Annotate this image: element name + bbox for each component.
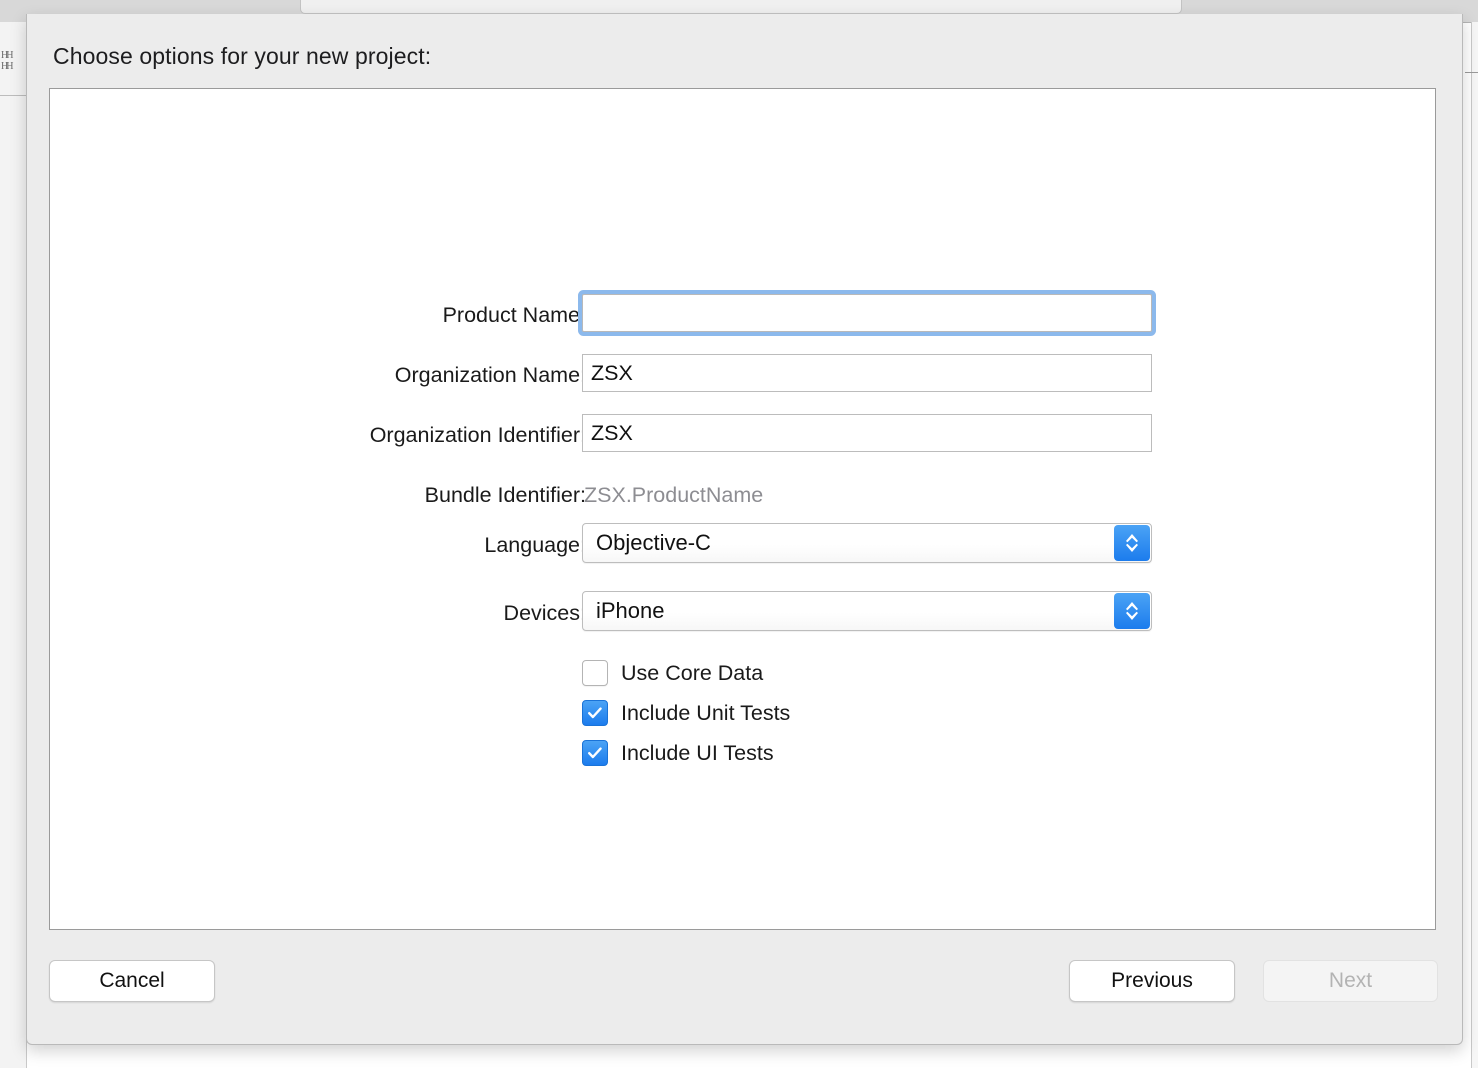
language-popup-button[interactable]: Objective-C [582,523,1152,563]
new-project-options-sheet: Choose options for your new project: Pro… [26,14,1463,1045]
organization-name-input[interactable]: ZSX [582,354,1152,392]
options-panel: Product Name: Organization Name: ZSX Org… [49,88,1436,930]
screen: НН НН Choose options for your new projec… [0,0,1478,1068]
organization-name-label: Organization Name: [394,363,586,387]
devices-label: Devices: [503,601,586,625]
use-core-data-label: Use Core Data [621,660,764,685]
cancel-button[interactable]: Cancel [49,960,215,1002]
product-name-input[interactable] [582,294,1152,332]
previous-button[interactable]: Previous [1069,960,1235,1002]
include-ui-tests-label: Include UI Tests [621,740,774,765]
include-unit-tests-checkbox-row[interactable]: Include Unit Tests [582,697,790,729]
language-selected-value: Objective-C [596,530,711,555]
devices-popup-button[interactable]: iPhone [582,591,1152,631]
background-window-left-divider [0,95,26,96]
background-window-toolbar-field [300,0,1182,14]
organization-identifier-label: Organization Identifier: [369,423,586,447]
project-options-form: Product Name: Organization Name: ZSX Org… [50,89,1435,929]
use-core-data-checkbox-row[interactable]: Use Core Data [582,657,763,689]
checkbox-checked-icon[interactable] [582,700,608,726]
next-button: Next [1263,960,1438,1002]
background-window-left-text: НН НН [1,50,13,72]
background-window-left-edge: НН НН [0,22,27,1068]
background-window-right-edge [1471,22,1478,1068]
devices-selected-value: iPhone [596,598,665,623]
bundle-identifier-value: ZSX.ProductName [584,483,764,507]
checkbox-unchecked-icon[interactable] [582,660,608,686]
checkbox-checked-icon[interactable] [582,740,608,766]
sheet-title: Choose options for your new project: [53,43,432,69]
chevron-up-down-icon[interactable] [1114,525,1150,561]
language-label: Language: [484,533,586,557]
include-ui-tests-checkbox-row[interactable]: Include UI Tests [582,737,774,769]
chevron-up-down-icon[interactable] [1114,593,1150,629]
bundle-identifier-label: Bundle Identifier: [424,483,586,507]
background-window-right-divider [1465,72,1478,73]
include-unit-tests-label: Include Unit Tests [621,700,791,725]
product-name-label: Product Name: [442,303,586,327]
organization-identifier-input[interactable]: ZSX [582,414,1152,452]
